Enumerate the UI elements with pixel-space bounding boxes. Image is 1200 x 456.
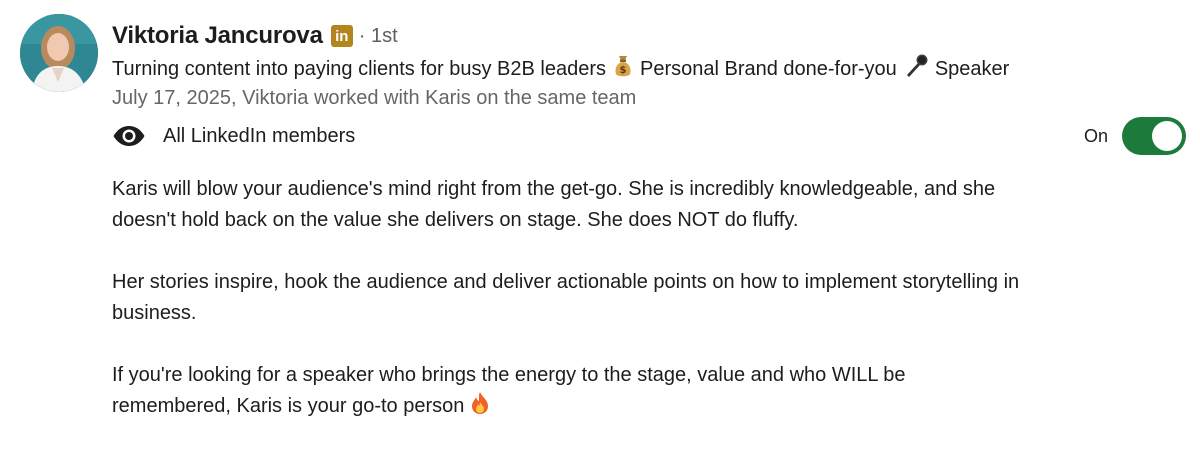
money-bag-icon: $ xyxy=(612,54,634,87)
eye-icon xyxy=(112,125,146,147)
recommendation-paragraph-3-wrap: If you're looking for a speaker who brin… xyxy=(112,360,1192,425)
toggle-state-label: On xyxy=(1083,125,1108,146)
headline-text-1: Turning content into paying clients for … xyxy=(112,58,606,80)
recommender-header: Viktoria Jancurova in · 1st Turning cont… xyxy=(112,18,1184,112)
svg-text:$: $ xyxy=(620,65,627,76)
toggle-knob xyxy=(1152,121,1182,151)
recommender-name[interactable]: Viktoria Jancurova xyxy=(112,22,323,50)
fire-icon xyxy=(470,391,490,425)
recommendation-meta: July 17, 2025, Viktoria worked with Kari… xyxy=(112,87,637,109)
visibility-label: All LinkedIn members xyxy=(163,124,356,147)
recommender-headline: Turning content into paying clients for … xyxy=(112,54,1184,84)
recommendation-paragraph-3: If you're looking for a speaker who brin… xyxy=(112,364,906,417)
name-row: Viktoria Jancurova in · 1st xyxy=(112,18,1184,54)
visibility-row: All LinkedIn members On xyxy=(112,117,1186,155)
headline-text-3: Speaker xyxy=(934,58,1010,80)
recommendation-paragraph-2: Her stories inspire, hook the audience a… xyxy=(112,271,1020,324)
headline-text-2: Personal Brand done-for-you xyxy=(639,58,897,80)
microphone-icon xyxy=(903,54,929,87)
avatar[interactable] xyxy=(20,14,98,92)
linkedin-premium-icon: in xyxy=(330,25,353,47)
recommendation-text: Karis will blow your audience's mind rig… xyxy=(112,174,1192,456)
connection-degree: · 1st xyxy=(358,24,398,47)
visibility-toggle[interactable] xyxy=(1122,117,1186,155)
visibility-toggle-group: On xyxy=(1084,117,1186,155)
recommendation-paragraph-1: Karis will blow your audience's mind rig… xyxy=(112,178,996,231)
